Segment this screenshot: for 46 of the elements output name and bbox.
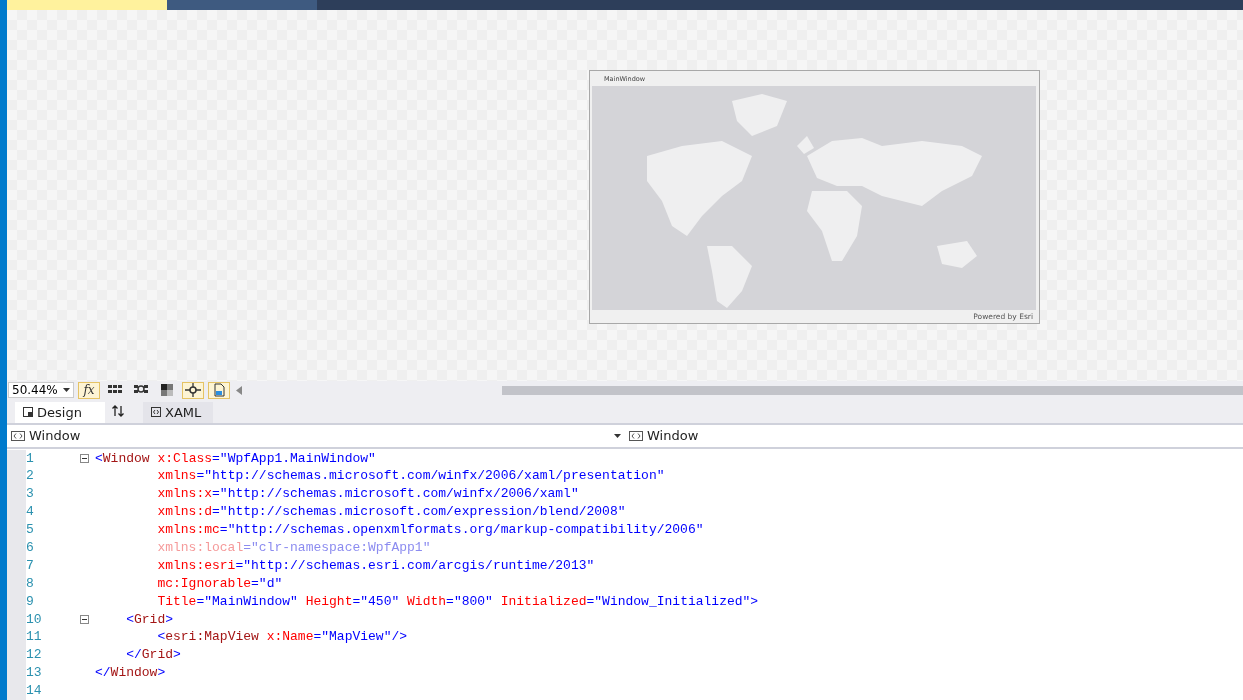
code-line: xmlns:esri="http://schemas.esri.com/arcgis/runtime/2013"	[156, 556, 595, 575]
code-line: Title="MainWindow" Height="450" Width="800" Initialized="Window_Initialized">	[156, 592, 759, 611]
code-line: xmlns:mc="http://schemas.openxmlformats.org/markup-compatibility/2006"	[156, 521, 704, 539]
code-line: xmlns:x="http://schemas.microsoft.com/winfx/2006/xaml"	[156, 485, 579, 504]
line-number: 6	[26, 539, 34, 557]
line-number: 11	[26, 628, 42, 647]
code-line: </Grid>	[125, 646, 181, 665]
zoom-dropdown[interactable]: 50.44%	[8, 382, 74, 399]
line-number: 13	[26, 664, 42, 683]
code-line: xmlns:d="http://schemas.microsoft.com/expression/blend/2008"	[156, 503, 626, 522]
collapse-icon[interactable]	[80, 453, 89, 463]
code-line: xmlns="http://schemas.microsoft.com/winfx/2006/xaml/presentation"	[156, 467, 665, 486]
xaml-icon	[151, 407, 161, 418]
line-number: 10	[26, 610, 42, 629]
code-line: xmlns:local="clr-namespace:WpfApp1"	[156, 539, 431, 557]
dropdown-arrow-icon	[614, 433, 621, 438]
line-number: 14	[26, 682, 42, 700]
line-number: 8	[26, 574, 34, 593]
scrollbar-thumb[interactable]	[502, 385, 1243, 395]
element-icon	[629, 430, 643, 441]
swap-arrows-icon	[111, 404, 125, 417]
code-line: <esri:MapView x:Name="MapView"/>	[156, 628, 408, 647]
formula-button[interactable]: fx	[78, 381, 100, 399]
code-line: <Grid>	[125, 610, 174, 629]
line-number: 12	[26, 646, 42, 665]
line-number: 2	[26, 467, 34, 486]
line-number: 7	[26, 556, 34, 575]
line-number: 9	[26, 592, 34, 611]
element-icon	[11, 430, 25, 441]
collapse-icon[interactable]	[80, 615, 89, 624]
line-number: 4	[26, 503, 34, 522]
design-icon	[23, 407, 33, 418]
line-number: 3	[26, 485, 34, 504]
zoom-value: 50.44%	[12, 383, 58, 398]
checker-icon	[158, 382, 176, 399]
code-line: mc:Ignorable="d"	[156, 574, 283, 593]
line-number: 1	[26, 449, 34, 468]
scroll-left-icon[interactable]	[236, 385, 242, 395]
snap-lines-button[interactable]	[182, 381, 204, 399]
line-number: 5	[26, 521, 34, 539]
code-line: </Window>	[95, 664, 166, 683]
dropdown-arrow-icon	[63, 388, 70, 393]
code-line: <Window x:Class="WpfApp1.MainWindow"	[95, 449, 376, 468]
view-tab[interactable]: Design	[15, 401, 105, 423]
view-tab[interactable]: XAML	[143, 401, 213, 423]
snap-lines-icon	[184, 382, 202, 399]
